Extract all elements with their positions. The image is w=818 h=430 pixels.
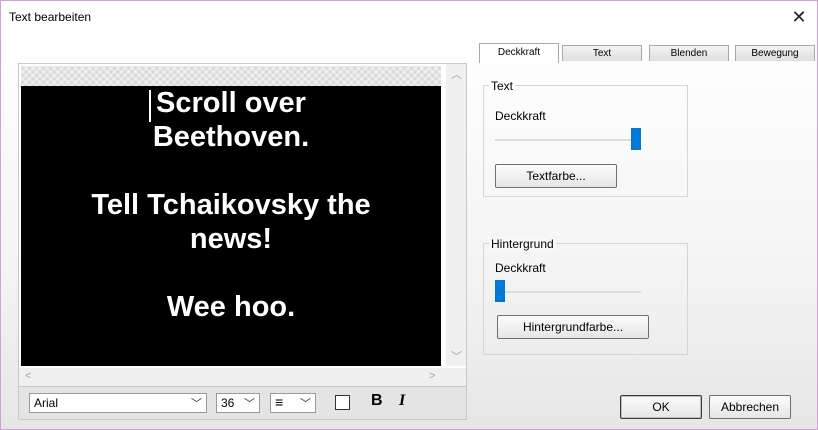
font-size-select[interactable]: 36 ﹀ xyxy=(216,393,260,413)
vertical-scrollbar[interactable]: ︿ ﹀ xyxy=(446,64,466,366)
cancel-button[interactable]: Abbrechen xyxy=(709,395,791,419)
tab-text[interactable]: Text xyxy=(562,45,642,61)
align-center-icon: ≡ xyxy=(275,394,284,410)
text-opacity-label: Deckkraft xyxy=(495,109,546,123)
ok-button[interactable]: OK xyxy=(620,395,702,419)
border-checkbox[interactable] xyxy=(335,395,350,410)
cancel-button-label: Abbrechen xyxy=(720,400,780,414)
horizontal-scrollbar[interactable]: < > xyxy=(19,368,466,386)
preview-line xyxy=(21,256,441,290)
text-edit-dialog: Text bearbeiten ✕ Scroll over Beethoven.… xyxy=(0,0,818,430)
background-opacity-label: Deckkraft xyxy=(495,261,546,275)
font-select[interactable]: Arial ﹀ xyxy=(29,393,207,413)
preview-line: news! xyxy=(189,223,273,255)
bold-button[interactable]: B xyxy=(371,392,383,410)
scroll-up-icon[interactable]: ︿ xyxy=(451,66,462,82)
chevron-down-icon: ﹀ xyxy=(244,398,255,410)
font-select-value: Arial xyxy=(34,396,59,410)
tab-strip: Deckkraft Text Blenden Bewegung xyxy=(479,43,817,63)
preview-line: Wee hoo. xyxy=(166,291,296,323)
tab-bewegung[interactable]: Bewegung xyxy=(735,45,815,61)
close-icon[interactable]: ✕ xyxy=(787,5,811,29)
preview-line: Beethoven. xyxy=(152,121,310,153)
dialog-title: Text bearbeiten xyxy=(9,10,92,24)
text-opacity-slider[interactable] xyxy=(631,128,641,150)
scroll-left-icon[interactable]: < xyxy=(25,370,31,382)
text-group-title: Text xyxy=(489,79,516,93)
text-preview-area[interactable]: Scroll over Beethoven. Tell Tchaikovsky … xyxy=(18,63,467,387)
title-bar: Text bearbeiten ✕ xyxy=(1,1,817,33)
alignment-select[interactable]: ≡ ﹀ xyxy=(270,393,316,413)
format-toolbar: Arial ﹀ 36 ﹀ ≡ ﹀ B I xyxy=(18,386,467,420)
transparency-pattern xyxy=(21,66,441,86)
italic-button[interactable]: I xyxy=(399,392,405,410)
tab-blenden[interactable]: Blenden xyxy=(649,45,729,61)
preview-line: Scroll over xyxy=(156,87,306,119)
tab-deckkraft[interactable]: Deckkraft xyxy=(479,43,559,63)
chevron-down-icon: ﹀ xyxy=(191,398,202,410)
background-group-title: Hintergrund xyxy=(489,237,556,251)
text-opacity-track xyxy=(495,139,641,141)
preview-line xyxy=(21,154,441,188)
chevron-down-icon: ﹀ xyxy=(300,398,311,410)
background-opacity-track xyxy=(495,291,641,293)
text-color-button[interactable]: Textfarbe... xyxy=(495,164,617,188)
preview-line: Tell Tchaikovsky the xyxy=(91,189,371,221)
text-preview-canvas[interactable]: Scroll over Beethoven. Tell Tchaikovsky … xyxy=(21,86,441,366)
text-caret xyxy=(149,90,151,122)
scroll-right-icon[interactable]: > xyxy=(429,370,435,382)
background-color-button[interactable]: Hintergrundfarbe... xyxy=(497,315,649,339)
scroll-down-icon[interactable]: ﹀ xyxy=(451,348,462,364)
background-opacity-slider[interactable] xyxy=(495,280,505,302)
ok-button-label: OK xyxy=(652,400,670,414)
font-size-value: 36 xyxy=(221,396,235,410)
